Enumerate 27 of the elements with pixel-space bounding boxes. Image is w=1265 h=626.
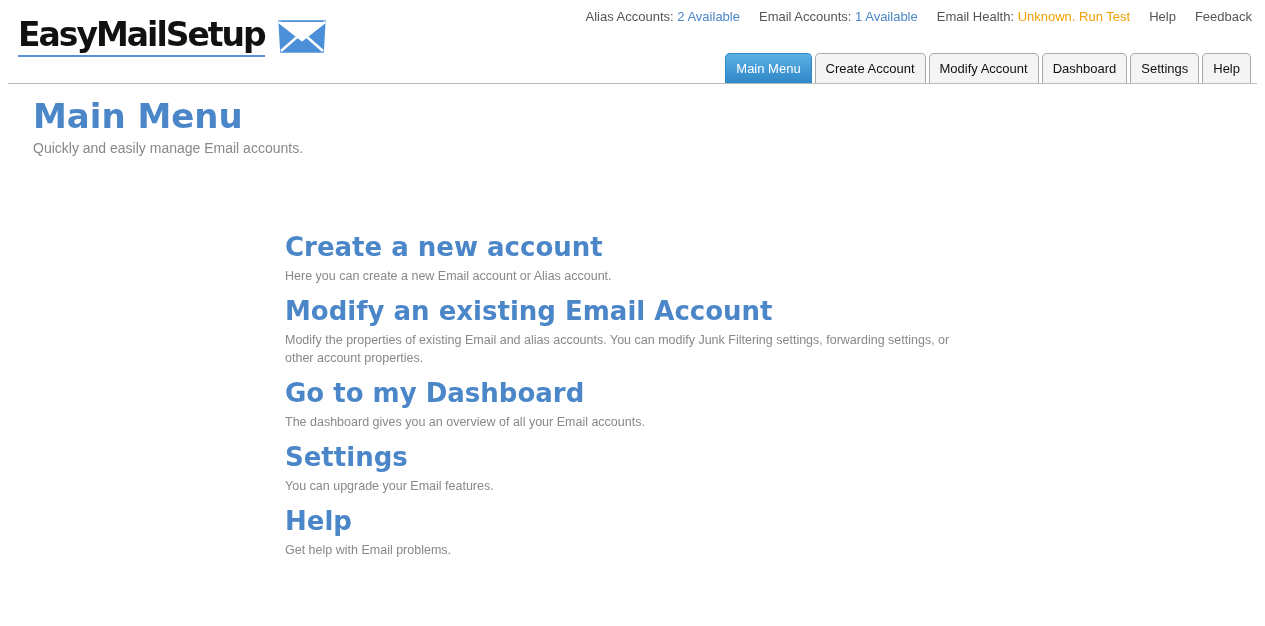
- status-text: Alias Accounts: 2 Available: [585, 9, 740, 24]
- tab[interactable]: Main Menu: [725, 53, 812, 83]
- menu-description: Get help with Email problems.: [285, 542, 453, 559]
- tab[interactable]: Settings: [1130, 53, 1200, 83]
- menu-link[interactable]: Modify an existing Email Account: [285, 295, 955, 327]
- page-title: Main Menu: [33, 96, 244, 136]
- status-link[interactable]: Unknown. Run Test: [1017, 9, 1131, 24]
- menu-link[interactable]: Settings: [285, 441, 955, 473]
- menu-link[interactable]: Create a new account: [285, 231, 955, 263]
- status-text: Email Accounts: 1 Available: [758, 9, 918, 24]
- menu-description: Here you can create a new Email account or Alias account.: [285, 268, 613, 285]
- menu-link[interactable]: Help: [285, 505, 955, 537]
- menu-link[interactable]: Go to my Dashboard: [285, 377, 955, 409]
- menu-description: You can upgrade your Email features.: [285, 478, 495, 495]
- menu-description: Modify the properties of existing Email and alias accounts. You can modify Junk Filtering settings, forwarding settings, or other account properties.: [285, 332, 951, 367]
- tab[interactable]: Create Account: [814, 53, 926, 83]
- top-link[interactable]: Help: [1149, 9, 1176, 24]
- tab[interactable]: Dashboard: [1041, 53, 1128, 83]
- top-link[interactable]: Feedback: [1194, 9, 1252, 24]
- tab[interactable]: Help: [1202, 53, 1251, 83]
- status-text: Email Health: Unknown. Run Test: [936, 9, 1131, 24]
- tab[interactable]: Modify Account: [928, 53, 1039, 83]
- menu-description: The dashboard gives you an overview of all your Email accounts.: [285, 414, 646, 431]
- status-link[interactable]: 1 Available: [855, 9, 918, 24]
- status-link[interactable]: 2 Available: [677, 9, 740, 24]
- logo-text: EasyMailSetup: [18, 15, 265, 57]
- page-subtitle: Quickly and easily manage Email accounts.: [33, 140, 305, 156]
